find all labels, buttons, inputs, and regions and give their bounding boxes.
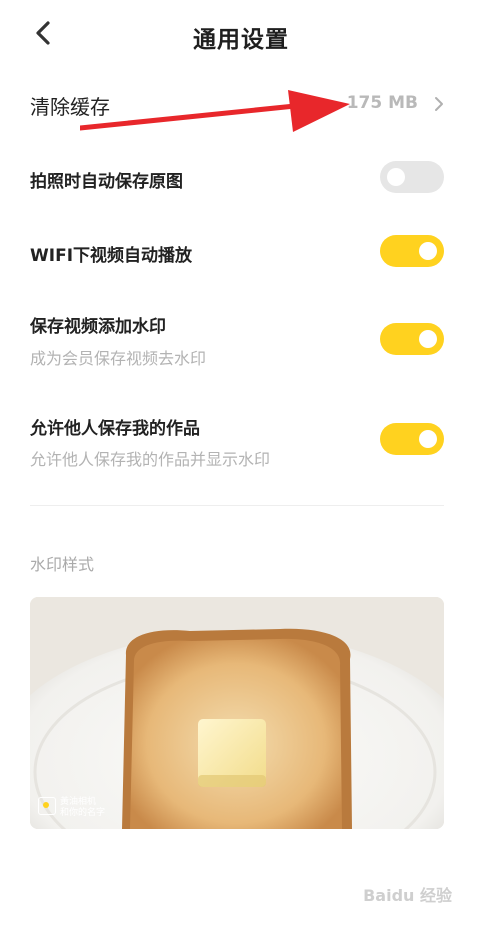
watermark-badge: 黃油相机 和你的名字 (38, 797, 105, 819)
toast-butter-illustration (30, 597, 444, 829)
setting-wifi-autoplay: WIFI下视频自动播放 (0, 232, 482, 276)
watermark-preview-image: 黃油相机 和你的名字 (30, 597, 444, 829)
setting-sublabel: 允许他人保存我的作品并显示水印 (30, 450, 271, 469)
clear-cache-row[interactable]: 清除缓存 175 MB (0, 80, 482, 128)
setting-label: 保存视频添加水印 (30, 317, 166, 337)
watermark-line-1: 黃油相机 (60, 797, 97, 807)
chevron-right-icon (435, 97, 443, 111)
toggle-knob (387, 168, 405, 186)
setting-label: 允许他人保存我的作品 (30, 419, 200, 439)
source-watermark: Baidu 经验 (363, 886, 452, 905)
watermark-line-2: 和你的名字 (60, 808, 106, 818)
toggle-knob (419, 330, 437, 348)
setting-label: WIFI下视频自动播放 (30, 246, 193, 266)
setting-sublabel: 成为会员保存视频去水印 (30, 349, 207, 368)
header-bar: 通用设置 (0, 0, 482, 70)
cache-size-value: 175 MB (346, 93, 418, 113)
setting-save-original: 拍照时自动保存原图 (0, 158, 482, 202)
section-divider (30, 505, 444, 506)
toggle-switch-on[interactable] (380, 323, 444, 355)
page-title: 通用设置 (193, 27, 289, 53)
setting-label: 拍照时自动保存原图 (30, 172, 183, 192)
toggle-switch-off[interactable] (380, 161, 444, 193)
watermark-style-title: 水印样式 (30, 555, 95, 574)
camera-logo-icon (38, 797, 56, 815)
toggle-switch-on[interactable] (380, 423, 444, 455)
clear-cache-label: 清除缓存 (30, 95, 110, 119)
setting-allow-save-works: 允许他人保存我的作品 允许他人保存我的作品并显示水印 (0, 410, 482, 476)
toggle-knob (419, 430, 437, 448)
toggle-switch-on[interactable] (380, 235, 444, 267)
toggle-knob (419, 242, 437, 260)
setting-video-watermark: 保存视频添加水印 成为会员保存视频去水印 (0, 308, 482, 374)
